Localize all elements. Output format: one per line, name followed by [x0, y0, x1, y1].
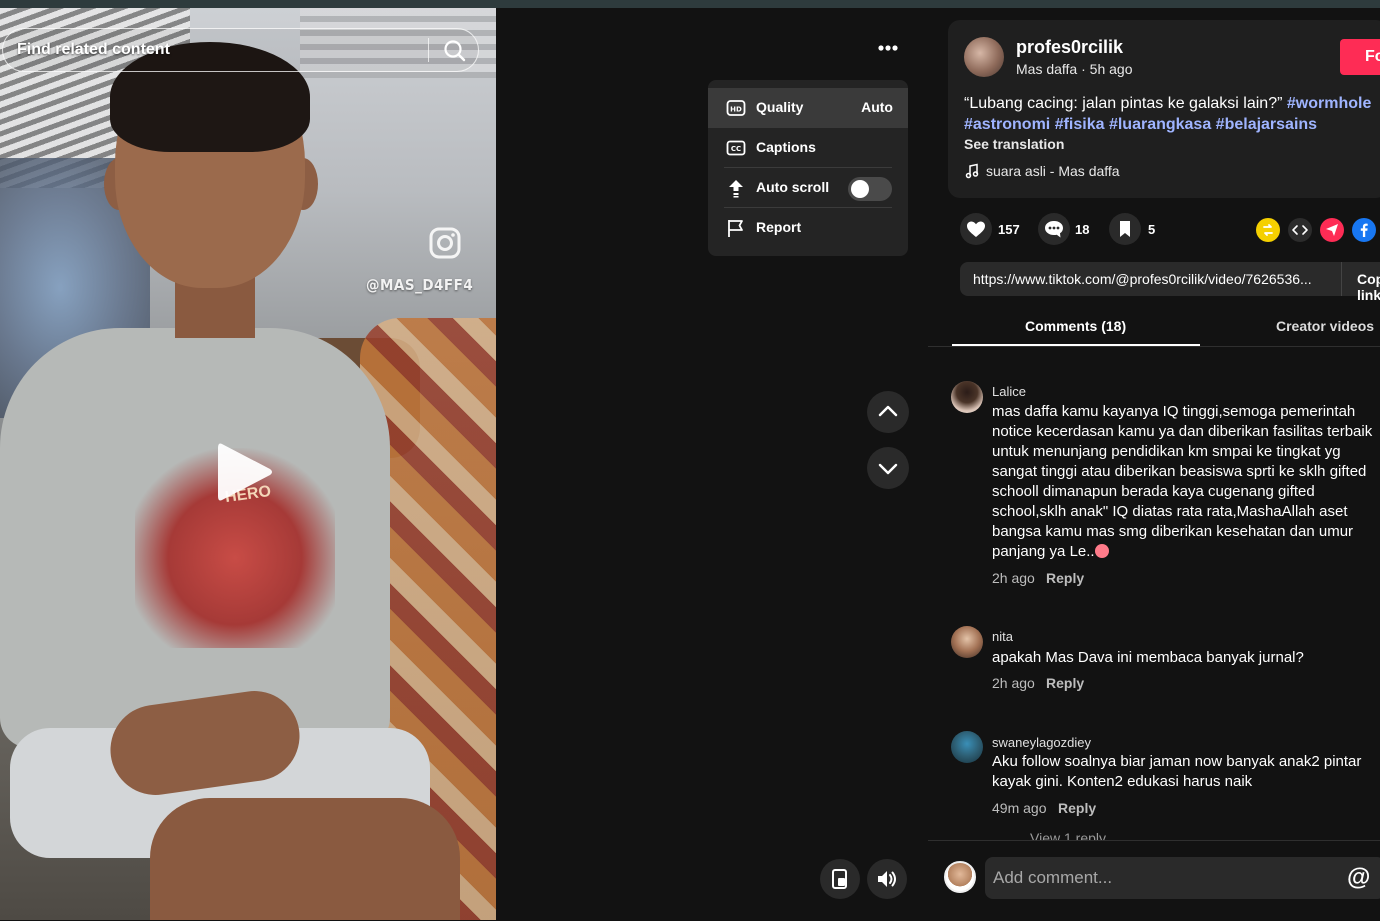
comment-text: Aku follow soalnya biar jaman now banyak…: [992, 752, 1380, 792]
related-content-search[interactable]: Find related content: [2, 28, 479, 72]
volume-icon: [878, 871, 896, 887]
captions-icon: CC: [726, 138, 746, 158]
menu-label-quality: Quality: [756, 99, 804, 115]
comment-line: kayak gini. Konten2 edukasi harus naik: [992, 773, 1253, 790]
search-placeholder: Find related content: [17, 41, 170, 58]
comment-time: 2h ago: [992, 675, 1035, 691]
comment-text: apakah Mas Dava ini membaca banyak jurna…: [992, 648, 1380, 668]
comment-count: 18: [1075, 222, 1090, 237]
caption-text: “Lubang cacing: jalan pintas ke galaksi …: [964, 95, 1287, 112]
comment-username[interactable]: Lalice: [992, 384, 1026, 399]
comment-line: untuk menunjang pendidikan km smpai ke t…: [992, 443, 1341, 460]
avatar[interactable]: [951, 381, 983, 413]
comment-line: panjang ya Le..: [992, 543, 1095, 560]
menu-label-auto-scroll: Auto scroll: [756, 179, 830, 195]
view-replies-link[interactable]: View 1 reply: [1030, 830, 1106, 840]
creator-avatar[interactable]: [964, 37, 1004, 77]
svg-text:CC: CC: [731, 145, 741, 153]
menu-item-quality[interactable]: HD Quality Auto: [708, 88, 908, 128]
toggle-knob: [851, 180, 869, 198]
comment-line: school,sklh anak" IQ diatas rata rata,Ma…: [992, 503, 1348, 520]
comment-time: 49m ago: [992, 800, 1047, 816]
like-count: 157: [998, 222, 1020, 237]
mini-player-icon: [832, 869, 847, 889]
avatar[interactable]: [951, 731, 983, 763]
add-comment-input[interactable]: [985, 857, 1380, 899]
facebook-icon[interactable]: [1352, 218, 1376, 242]
post-caption: “Lubang cacing: jalan pintas ke galaksi …: [964, 93, 1380, 135]
comment-time: 2h ago: [992, 570, 1035, 586]
menu-item-auto-scroll[interactable]: Auto scroll: [708, 168, 908, 208]
auto-scroll-toggle[interactable]: [848, 177, 892, 201]
comment-button[interactable]: [1038, 213, 1070, 245]
comment-line: Aku follow soalnya biar jaman now banyak…: [992, 753, 1362, 770]
svg-text:HD: HD: [730, 106, 742, 114]
avatar[interactable]: [951, 626, 983, 658]
chevron-up-icon: [878, 405, 898, 417]
comment-text: mas daffa kamu kayanya IQ tinggi,semoga …: [992, 402, 1380, 562]
menu-label-captions: Captions: [756, 139, 816, 155]
tabs-divider: [928, 346, 1380, 347]
save-button[interactable]: [1109, 213, 1141, 245]
options-menu: HD Quality Auto CC Captions Auto scroll …: [708, 80, 908, 256]
repost-icon[interactable]: [1256, 218, 1280, 242]
follow-button[interactable]: Follow: [1340, 39, 1380, 75]
reply-button[interactable]: Reply: [1058, 800, 1096, 816]
kid-leg: [150, 798, 460, 920]
tab-creator-videos[interactable]: Creator videos: [1276, 318, 1374, 334]
mention-icon[interactable]: @: [1347, 864, 1370, 892]
volume-button[interactable]: [867, 859, 907, 899]
auto-scroll-icon: [726, 178, 746, 198]
menu-item-report[interactable]: Report: [708, 208, 908, 248]
reply-button[interactable]: Reply: [1046, 570, 1084, 586]
hd-icon: HD: [726, 98, 746, 118]
save-count: 5: [1148, 222, 1156, 237]
current-user-avatar: [944, 861, 976, 893]
creator-username[interactable]: profes0rcilik: [1016, 37, 1123, 58]
floating-player-button[interactable]: [820, 859, 860, 899]
comment-line: notice kecerdasan kamu ya dan diberikan …: [992, 423, 1373, 440]
send-to-friends-icon[interactable]: [1320, 218, 1344, 242]
comment-username[interactable]: swaneylagozdiey: [992, 735, 1091, 750]
music-link[interactable]: suara asli - Mas daffa: [964, 163, 1120, 179]
comment-line: bangsa kamu mas smg diberikan kesehatan …: [992, 523, 1354, 540]
caption-hashtags-1[interactable]: #wormhole: [1287, 95, 1371, 112]
tab-comments[interactable]: Comments (18): [1025, 318, 1126, 334]
chevron-down-icon: [878, 463, 898, 475]
video-player[interactable]: HERO Find related content @MAS_D4FF4: [0, 8, 496, 920]
menu-item-captions[interactable]: CC Captions: [708, 128, 908, 168]
watermark-handle: @MAS_D4FF4: [366, 276, 474, 294]
embed-icon[interactable]: [1288, 218, 1312, 242]
see-translation-link[interactable]: See translation: [964, 136, 1064, 152]
more-options-button[interactable]: [868, 28, 908, 68]
comment-line: sangat tinggi atau diberikan beasiswa sp…: [992, 463, 1367, 480]
bookmark-icon: [1120, 221, 1130, 237]
instagram-icon: [428, 226, 462, 260]
video-link-text[interactable]: https://www.tiktok.com/@profes0rcilik/vi…: [973, 271, 1335, 287]
previous-video-button[interactable]: [867, 391, 909, 433]
like-button[interactable]: [960, 213, 992, 245]
search-icon[interactable]: [441, 37, 469, 65]
emoji-icon: [1094, 544, 1109, 558]
copy-link-label: Copy link: [1357, 271, 1380, 303]
reply-button[interactable]: Reply: [1046, 675, 1084, 691]
heart-icon: [967, 221, 985, 237]
play-icon[interactable]: [216, 440, 274, 504]
menu-value-quality: Auto: [861, 99, 893, 115]
comment-username[interactable]: nita: [992, 629, 1013, 644]
comment-line: apakah Mas Dava ini membaca banyak jurna…: [992, 649, 1304, 666]
next-video-button[interactable]: [867, 447, 909, 489]
music-title: suara asli - Mas daffa: [986, 163, 1120, 179]
caption-hashtags-2[interactable]: #astronomi #fisika #luarangkasa #belajar…: [964, 116, 1317, 133]
comment-line: mas daffa kamu kayanya IQ tinggi,semoga …: [992, 403, 1356, 420]
comment-line: schooll dimanapun berada kaya cugenang g…: [992, 483, 1315, 500]
music-note-icon: [964, 163, 980, 179]
search-divider: [428, 38, 429, 62]
flag-icon: [726, 218, 746, 238]
comment-bubble-icon: [1045, 221, 1063, 238]
creator-subline: Mas daffa · 5h ago: [1016, 61, 1133, 77]
menu-label-report: Report: [756, 219, 802, 235]
window-top-bar: [0, 0, 1380, 8]
